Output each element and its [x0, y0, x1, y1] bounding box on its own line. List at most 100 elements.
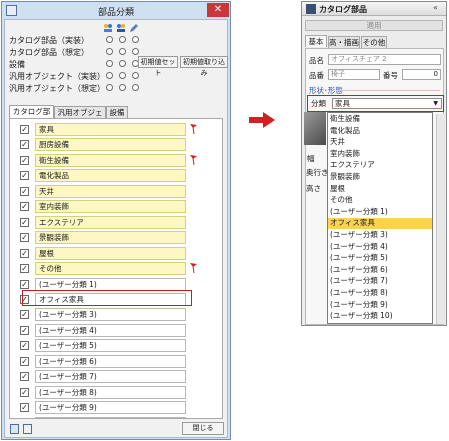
item-checkbox[interactable]: ✓ — [20, 248, 29, 258]
reset-defaults-button[interactable]: 初期値セット — [138, 56, 178, 77]
item-name-field[interactable]: (ユーザー分類 9) — [35, 401, 186, 415]
item-name-field[interactable]: (ユーザー分類 10) — [35, 416, 186, 418]
product-name-label: 品名 — [309, 56, 324, 65]
group-radio-2[interactable] — [119, 72, 126, 79]
group-radio-2[interactable] — [119, 36, 126, 43]
item-checkbox[interactable]: ✓ — [20, 233, 29, 243]
item-name-field[interactable]: その他 — [35, 262, 186, 276]
group-radio-1[interactable] — [106, 36, 113, 43]
dropdown-option[interactable]: (ユーザー分類 1) — [328, 207, 432, 217]
dropdown-option[interactable]: (ユーザー分類 4) — [328, 242, 432, 252]
collapse-icon[interactable]: « — [433, 3, 438, 12]
close-button[interactable]: 閉じる — [182, 422, 224, 435]
window-title: 部品分類 — [97, 8, 134, 18]
pencil-icon[interactable] — [129, 23, 139, 33]
dropdown-option[interactable]: 屋根 — [328, 184, 432, 194]
item-name-field[interactable]: 室内装飾 — [35, 200, 186, 214]
tab-basic[interactable]: 基本 — [305, 35, 327, 47]
item-name-field[interactable]: 厨房設備 — [35, 138, 186, 152]
panel-scrollbar[interactable] — [436, 114, 445, 324]
tab-other[interactable]: その他 — [361, 36, 387, 48]
people-yellow-icon[interactable] — [103, 23, 113, 33]
selected-item-highlight — [22, 289, 192, 306]
apply-button[interactable]: 適用 — [305, 20, 443, 31]
list-item: ✓ (ユーザー分類 9) — [10, 400, 222, 416]
group-radio-3[interactable] — [132, 48, 139, 55]
item-checkbox[interactable]: ✓ — [20, 264, 29, 274]
item-name-field[interactable]: 電化製品 — [35, 169, 186, 183]
dropdown-arrow-icon[interactable]: ▼ — [433, 99, 438, 108]
dropdown-option[interactable]: エクステリア — [328, 160, 432, 170]
item-name-field[interactable]: 家具 — [35, 123, 186, 136]
dropdown-option[interactable]: (ユーザー分類 5) — [328, 253, 432, 263]
group-radio-1[interactable] — [106, 48, 113, 55]
item-name-field[interactable]: (ユーザー分類 6) — [35, 354, 186, 368]
group-radio-1[interactable] — [106, 84, 113, 91]
item-checkbox[interactable]: ✓ — [20, 341, 29, 351]
dropdown-option[interactable]: 室内装飾 — [328, 149, 432, 159]
item-name-field[interactable]: (ユーザー分類 5) — [35, 339, 186, 353]
tab-height-drawing[interactable]: 高・描画 — [328, 36, 360, 48]
dropdown-option[interactable]: (ユーザー分類 3) — [328, 230, 432, 240]
dropdown-option[interactable]: (ユーザー分類 8) — [328, 288, 432, 298]
item-checkbox[interactable]: ✓ — [20, 171, 29, 181]
tab-generic-objects[interactable]: 汎用オブジェクト — [54, 106, 106, 128]
red-flag-icon — [190, 263, 197, 274]
group-radio-2[interactable] — [119, 48, 126, 55]
item-name-field[interactable]: 景観装飾 — [35, 231, 186, 245]
item-checkbox[interactable]: ✓ — [20, 356, 29, 366]
group-radio-2[interactable] — [119, 84, 126, 91]
item-checkbox[interactable]: ✓ — [20, 279, 29, 289]
window-close-button[interactable]: ✕ — [207, 3, 229, 17]
item-checkbox[interactable]: ✓ — [20, 186, 29, 196]
item-checkbox[interactable]: ✓ — [20, 202, 29, 212]
dropdown-option[interactable]: 電化製品 — [328, 126, 432, 136]
list-item: ✓ 室内装飾 — [10, 199, 222, 215]
tab-equipment[interactable]: 設備 — [106, 106, 128, 118]
item-name-field[interactable]: 天井 — [35, 184, 186, 198]
group-radio-1[interactable] — [106, 72, 113, 79]
item-checkbox[interactable]: ✓ — [20, 372, 29, 382]
item-name-field[interactable]: 屋根 — [35, 246, 186, 260]
view-list-icon[interactable] — [10, 424, 19, 434]
item-checkbox[interactable]: ✓ — [20, 403, 29, 413]
item-name-field[interactable]: エクステリア — [35, 215, 186, 229]
dropdown-option[interactable]: 景観装飾 — [328, 172, 432, 182]
item-name-field[interactable]: (ユーザー分類 4) — [35, 323, 186, 337]
item-name-field[interactable]: (ユーザー分類 3) — [35, 308, 186, 322]
group-radio-3[interactable] — [132, 36, 139, 43]
item-checkbox[interactable]: ✓ — [20, 217, 29, 227]
window-titlebar[interactable]: 部品分類 ✕ — [2, 2, 230, 19]
group-radio-3[interactable] — [132, 84, 139, 91]
people-blue-icon[interactable] — [116, 23, 126, 33]
dropdown-option[interactable]: (ユーザー分類 7) — [328, 276, 432, 286]
item-checkbox[interactable]: ✓ — [20, 140, 29, 150]
group-radio-2[interactable] — [119, 60, 126, 67]
item-name-field[interactable]: 衛生設備 — [35, 153, 186, 167]
dropdown-option[interactable]: (ユーザー分類 10) — [328, 311, 432, 321]
group-radio-1[interactable] — [106, 60, 113, 67]
number-field[interactable]: 0 — [402, 69, 441, 80]
item-name-field[interactable]: (ユーザー分類 1) — [35, 277, 186, 291]
item-checkbox[interactable]: ✓ — [20, 325, 29, 335]
dropdown-option[interactable]: 衛生設備 — [328, 114, 432, 124]
item-checkbox[interactable]: ✓ — [20, 387, 29, 397]
product-code-field[interactable]: 椅子 — [328, 69, 380, 80]
list-item: ✓ (ユーザー分類 8) — [10, 385, 222, 401]
dropdown-option[interactable]: (ユーザー分類 9) — [328, 300, 432, 310]
view-grid-icon[interactable] — [23, 424, 32, 434]
tab-catalog-parts[interactable]: カタログ部品 — [9, 105, 54, 127]
dropdown-option[interactable]: 天井 — [328, 137, 432, 147]
item-name-field[interactable]: (ユーザー分類 8) — [35, 385, 186, 399]
dropdown-option[interactable]: (ユーザー分類 6) — [328, 265, 432, 275]
import-defaults-button[interactable]: 初期値取り込み — [180, 56, 228, 77]
classification-select[interactable]: 家具 ▼ — [332, 98, 442, 109]
item-name-field[interactable]: (ユーザー分類 7) — [35, 370, 186, 384]
product-name-field[interactable]: オフィスチェア 2 — [328, 54, 441, 65]
item-checkbox[interactable]: ✓ — [20, 125, 29, 134]
item-checkbox[interactable]: ✓ — [20, 310, 29, 320]
dropdown-option[interactable]: その他 — [328, 195, 432, 205]
group-radio-3[interactable] — [132, 72, 139, 79]
item-checkbox[interactable]: ✓ — [20, 155, 29, 165]
dropdown-option[interactable]: オフィス家具 — [328, 218, 432, 229]
